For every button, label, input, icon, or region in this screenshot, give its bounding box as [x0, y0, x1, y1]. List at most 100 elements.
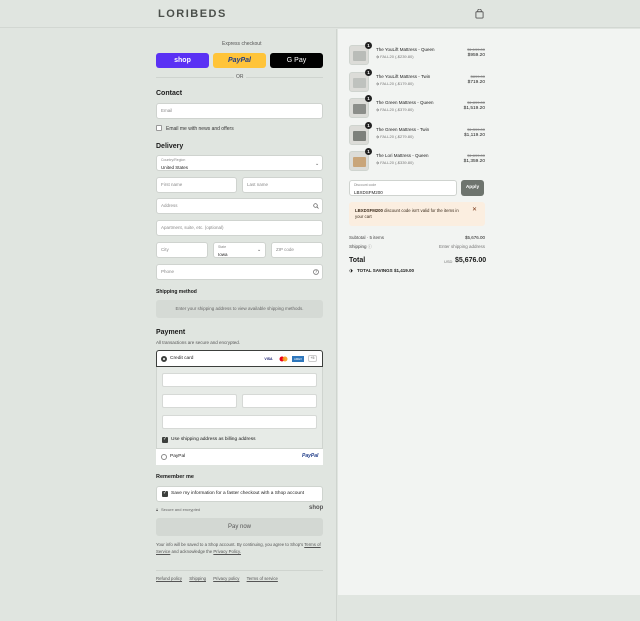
- state-value: Iowa: [218, 252, 228, 257]
- first-name-field[interactable]: First name: [156, 177, 237, 193]
- shipping-method-message: Enter your shipping address to view avai…: [156, 300, 323, 318]
- delivery-heading: Delivery: [156, 143, 184, 150]
- email-field[interactable]: Email: [156, 103, 323, 119]
- last-name-field[interactable]: Last name: [242, 177, 323, 193]
- discount-label: Discount code: [354, 183, 377, 187]
- billing-address-label: Use shipping address as billing address: [171, 437, 256, 442]
- discount-detail: FALL20 (-$179.80): [380, 80, 414, 86]
- product-name: The YouLift Mattress - Queen: [376, 47, 435, 52]
- secure-text: Secure and encrypted: [161, 507, 201, 512]
- paypal-button[interactable]: PayPal: [213, 53, 266, 68]
- address-field[interactable]: Address: [156, 198, 323, 214]
- discounted-price: $1,359.20: [463, 159, 485, 164]
- apply-button[interactable]: Apply: [461, 180, 484, 196]
- security-code-field[interactable]: [242, 394, 317, 408]
- discount-detail: FALL20 (-$239.80): [380, 54, 414, 59]
- shipping-value: Enter shipping address: [438, 244, 485, 249]
- quantity-badge: 1: [365, 121, 372, 129]
- shipping-link[interactable]: Shipping: [189, 576, 206, 581]
- state-label: State: [218, 245, 227, 249]
- original-price: $1,899.00: [467, 100, 485, 105]
- discount-detail: FALL20 (-$339.80): [380, 160, 414, 165]
- discount-detail: FALL20 (-$379.80): [380, 107, 414, 112]
- discount-tag: ⬗ FALL20 (-$339.80): [376, 160, 414, 165]
- discount-detail: FALL20 (-$279.80): [380, 133, 414, 139]
- discounted-price: $1,519.20: [463, 106, 485, 111]
- refund-policy-link[interactable]: Refund policy: [156, 576, 182, 581]
- chevron-down-icon: ⌄: [257, 247, 262, 253]
- save-info-checkbox[interactable]: [162, 490, 168, 497]
- discount-tag: ⬗ FALL20 (-$279.80): [376, 133, 414, 139]
- cart-item: 1 The Green Mattress - Twin ⬗ FALL20 (-$27…: [349, 121, 485, 147]
- subtotal-value: $5,676.00: [464, 235, 485, 240]
- credit-card-radio[interactable]: [161, 356, 167, 362]
- paypal-label: PayPal: [170, 454, 186, 459]
- terms-of-service-footer-link[interactable]: Terms of service: [247, 576, 278, 581]
- original-price: $1,399.00: [467, 126, 485, 132]
- paypal-logo: PayPal: [302, 453, 319, 459]
- product-name: The Lori Mattress - Queen: [376, 153, 429, 158]
- discounted-price: $1,119.20: [464, 132, 485, 138]
- city-field[interactable]: City: [156, 242, 208, 258]
- mastercard-icon: [279, 356, 288, 362]
- zip-code-field[interactable]: ZIP code: [271, 242, 323, 258]
- product-name: The Green Mattress - Twin: [376, 126, 430, 132]
- close-icon[interactable]: ✕: [472, 206, 477, 213]
- contact-heading: Contact: [156, 90, 183, 97]
- shopping-bag-icon[interactable]: [475, 9, 484, 19]
- error-code: LBXDSFM200: [355, 208, 383, 213]
- discount-code-field[interactable]: Discount code LBXDSFM200: [349, 180, 457, 196]
- shop-pay-button[interactable]: shop: [156, 53, 209, 68]
- svg-text:?: ?: [315, 270, 317, 275]
- total-label: Total: [349, 257, 366, 264]
- lock-icon: 🔒︎: [156, 507, 159, 512]
- subtotal-label: Subtotal · 5 items: [349, 235, 385, 240]
- subtotal-row: Subtotal · 5 items $5,676.00: [349, 235, 485, 240]
- apartment-field[interactable]: Apartment, suite, etc. (optional): [156, 220, 323, 236]
- discount-value: LBXDSFM200: [354, 190, 383, 195]
- help-icon[interactable]: ?: [313, 269, 319, 275]
- google-pay-button[interactable]: G Pay: [270, 53, 323, 68]
- payment-subtext: All transactions are secure and encrypte…: [156, 340, 241, 345]
- expiration-date-field[interactable]: [162, 394, 237, 408]
- product-name: The Green Mattress - Queen: [376, 100, 434, 105]
- quantity-badge: 1: [365, 95, 372, 102]
- country-value: United States: [161, 165, 189, 170]
- express-checkout-title: Express checkout: [222, 41, 262, 47]
- more-cards-badge: +5: [308, 355, 317, 362]
- discount-error-text: LBXDSFM200 discount code isn't valid for…: [355, 208, 467, 220]
- pay-now-button[interactable]: Pay now: [156, 518, 323, 536]
- quantity-badge: 1: [365, 42, 372, 49]
- footer-links: Refund policy Shipping Privacy policy Te…: [156, 576, 278, 581]
- amex-icon: AMEX: [292, 356, 304, 362]
- header: LORIBEDS: [0, 0, 640, 28]
- shipping-row: Shipping ⓘ Enter shipping address: [349, 244, 485, 250]
- discount-tag: ⬗ FALL20 (-$239.80): [376, 54, 414, 59]
- savings-tag-icon: ⬗: [349, 268, 353, 274]
- country-select[interactable]: Country/Region United States: [156, 155, 323, 171]
- privacy-policy-link[interactable]: Privacy Policy.: [213, 549, 241, 554]
- cart-item: 1 The YouLift Mattress - Twin ⬗ FALL20 (-$…: [349, 68, 485, 94]
- newsletter-label: Email me with news and offers: [166, 126, 234, 132]
- total-value: $5,676.00: [455, 257, 487, 264]
- original-price: $1,199.00: [467, 47, 485, 52]
- brand-logo[interactable]: LORIBEDS: [158, 8, 227, 20]
- paypal-radio[interactable]: [161, 454, 167, 460]
- card-number-field[interactable]: [162, 373, 317, 387]
- cart-item: 1 The Green Mattress - Queen ⬗ FALL20 (-$3…: [349, 95, 485, 120]
- credit-card-label: Credit card: [170, 356, 194, 361]
- info-icon[interactable]: ⓘ: [368, 244, 372, 249]
- discounted-price: $959.20: [467, 53, 485, 58]
- privacy-policy-footer-link[interactable]: Privacy policy: [213, 576, 239, 581]
- cart-item: 1 The YouLift Mattress - Queen ⬗ FALL20 (-…: [349, 42, 485, 67]
- newsletter-checkbox[interactable]: [156, 125, 162, 131]
- discount-tag: ⬗ FALL20 (-$179.80): [376, 80, 414, 86]
- or-separator: OR: [234, 74, 246, 80]
- name-on-card-field[interactable]: [162, 415, 317, 429]
- billing-address-checkbox[interactable]: [162, 436, 168, 443]
- shop-logo: shop: [309, 505, 324, 511]
- phone-field[interactable]: Phone: [156, 264, 323, 280]
- payment-heading: Payment: [156, 329, 186, 336]
- cart-item: 1 The Lori Mattress - Queen ⬗ FALL20 (-$33…: [349, 148, 485, 173]
- original-price: $899.00: [470, 73, 485, 79]
